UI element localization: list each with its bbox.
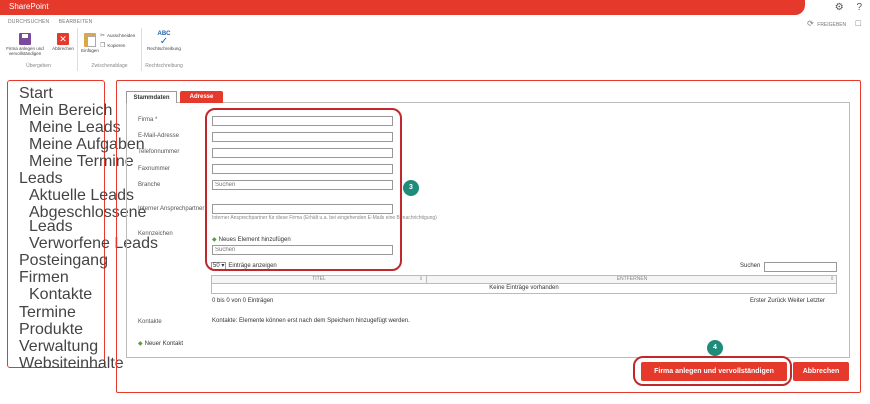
share-icon[interactable]: ⟳ (807, 19, 814, 28)
spelling-button[interactable]: ABC ✓ Rechtschreibung (144, 31, 184, 51)
table-pager: Erster Zurück Weiter Letzter (750, 298, 825, 304)
add-contact-link[interactable]: ◆ Neuer Kontakt (138, 340, 183, 347)
paste-icon (84, 33, 96, 47)
group-name: Rechtschreibung (145, 63, 183, 69)
table-search-input[interactable] (764, 262, 837, 272)
suite-bar: SharePoint (0, 0, 805, 15)
tab-stammdaten[interactable]: Stammdaten (126, 91, 177, 103)
callout-highlight-fields (205, 108, 402, 271)
checkmark-icon: ✓ (159, 36, 169, 47)
field-label-kontakte: Kontakte (138, 319, 162, 325)
close-icon: ✕ (57, 33, 69, 45)
tab-bearbeiten[interactable]: BEARBEITEN (59, 19, 93, 25)
scissors-icon: ✂ (100, 33, 106, 39)
group-name: Zwischenablage (91, 63, 128, 69)
table-info: 0 bis 0 von 0 Einträgen (212, 298, 274, 304)
field-label-kennzeichen: Kennzeichen (138, 231, 173, 237)
field-label-ansprechpartner: Interner Ansprechpartner (138, 206, 205, 212)
sort-icon[interactable]: ⇕ (830, 276, 834, 283)
nav-item-leads[interactable]: Leads (19, 170, 63, 188)
field-label-firma: Firma * (138, 117, 158, 123)
create-company-button[interactable]: Firma anlegen und vervollständigen (641, 362, 787, 381)
nav-item-termine[interactable]: Termine (19, 304, 76, 322)
pager-last[interactable]: Letzter (807, 298, 825, 304)
ribbon-group-spelling: ABC ✓ Rechtschreibung Rechtschreibung (142, 28, 186, 71)
save-icon (19, 33, 31, 45)
column-entfernen[interactable]: ENTFERNEN (427, 276, 837, 283)
nav-item-abgeschlossene-leads-2[interactable]: Leads (29, 218, 73, 236)
cancel-ribbon-button[interactable]: ✕ Abbrechen (50, 33, 76, 51)
ribbon: Firma anlegen und vervollständigen ✕ Abb… (0, 28, 190, 71)
cut-button[interactable]: ✂ Ausschneiden (100, 32, 135, 39)
field-label-email: E-Mail-Adresse (138, 133, 180, 139)
pager-first[interactable]: Erster (750, 298, 766, 304)
copy-icon: ❐ (100, 43, 106, 49)
create-company-ribbon-button[interactable]: Firma anlegen und vervollständigen (3, 33, 47, 56)
pager-next[interactable]: Weiter (788, 298, 805, 304)
help-icon[interactable]: ? (856, 2, 862, 13)
paste-button[interactable]: Einfügen (80, 33, 100, 53)
nav-item-start[interactable]: Start (19, 85, 53, 103)
pager-prev[interactable]: Zurück (768, 298, 786, 304)
cancel-button[interactable]: Abbrechen (793, 362, 849, 381)
step-badge-4: 4 (707, 340, 723, 356)
field-label-fax: Faxnummer (138, 166, 171, 172)
field-label-telefon: Telefonnummer (138, 149, 180, 155)
nav-item-meine-leads[interactable]: Meine Leads (29, 119, 121, 137)
table-header: TITEL ENTFERNEN ⇕ ⇕ (211, 275, 837, 284)
table-search-label: Suchen (740, 263, 761, 269)
ribbon-group-uebergeben: Firma anlegen und vervollständigen ✕ Abb… (0, 28, 78, 71)
top-icons: ⚙ ? (825, 2, 862, 13)
nav-item-mein-bereich[interactable]: Mein Bereich (19, 102, 112, 120)
share-label[interactable]: FREIGEBEN (817, 22, 846, 28)
app-title[interactable]: SharePoint (9, 2, 49, 11)
nav-item-posteingang[interactable]: Posteingang (19, 252, 108, 270)
nav-item-produkte[interactable]: Produkte (19, 321, 83, 339)
table-empty-row: Keine Einträge vorhanden (211, 284, 837, 294)
ribbon-tabs: DURCHSUCHEN BEARBEITEN (8, 19, 100, 25)
share-area: ⟳ FREIGEBEN □ (807, 18, 861, 28)
group-name: Übergeben (26, 63, 51, 69)
tab-adresse[interactable]: Adresse (180, 91, 223, 103)
field-label-branche: Branche (138, 182, 161, 188)
tab-durchsuchen[interactable]: DURCHSUCHEN (8, 19, 49, 25)
ribbon-group-clipboard: Einfügen ✂ Ausschneiden ❐ Kopieren Zwische… (78, 28, 142, 71)
nav-item-websiteinhalte[interactable]: Websiteinhalte (19, 355, 124, 373)
nav-item-firmen[interactable]: Firmen (19, 269, 69, 287)
add-icon: ◆ (138, 341, 143, 347)
nav-item-kontakte[interactable]: Kontakte (29, 286, 92, 304)
kontakte-note: Kontakte: Elemente können erst nach dem … (212, 318, 410, 324)
gear-icon[interactable]: ⚙ (835, 2, 844, 13)
nav-item-verwaltung[interactable]: Verwaltung (19, 338, 98, 356)
sort-icon[interactable]: ⇕ (419, 276, 423, 283)
focus-icon[interactable]: □ (856, 18, 861, 28)
copy-button[interactable]: ❐ Kopieren (100, 42, 125, 49)
column-titel[interactable]: TITEL (212, 276, 427, 283)
step-badge-3: 3 (403, 180, 419, 196)
